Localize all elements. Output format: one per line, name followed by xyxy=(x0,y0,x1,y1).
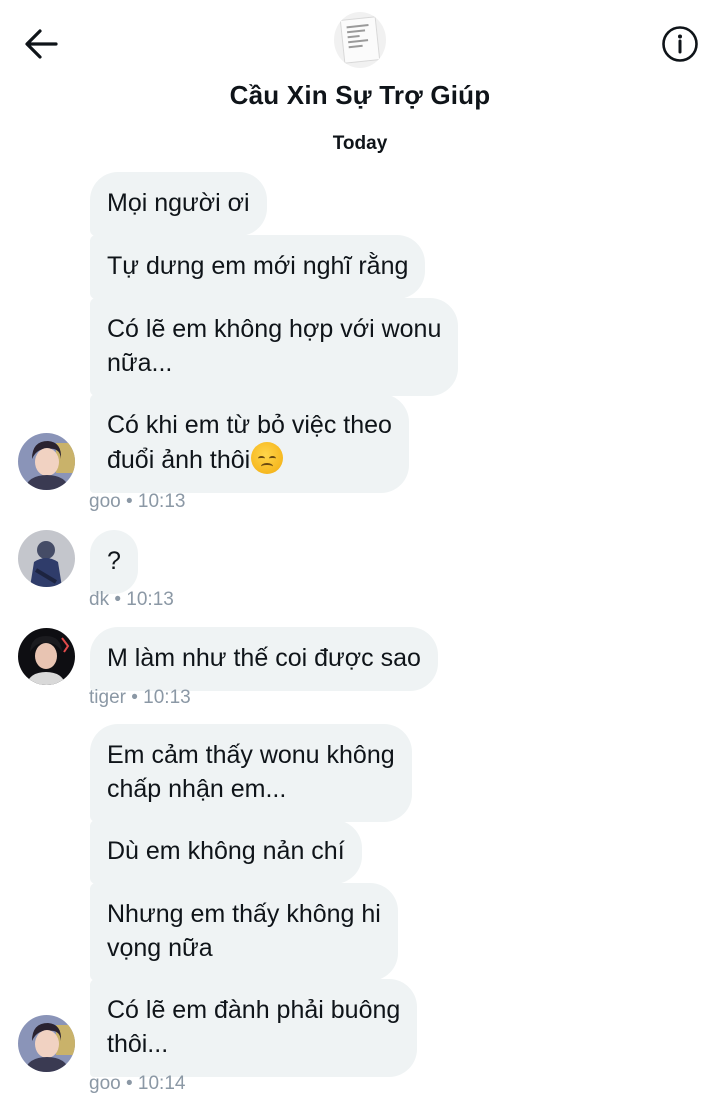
message-meta: goo • 10:14 xyxy=(89,1073,186,1094)
date-separator: Today xyxy=(332,133,388,154)
user-avatar-image xyxy=(18,530,75,587)
message-text-line: Nhưng em thấy không hi xyxy=(107,900,381,928)
group-avatar-image xyxy=(339,16,381,64)
info-button[interactable] xyxy=(660,24,700,64)
message-text-line: Em cảm thấy wonu không xyxy=(107,741,395,769)
message-text-line: Có khi em từ bỏ việc theo xyxy=(107,411,392,439)
message-text: M làm như thế coi được sao xyxy=(107,644,421,672)
message-text: Tự dưng em mới nghĩ rằng xyxy=(107,252,409,280)
message-bubble[interactable]: Tự dưng em mới nghĩ rằng xyxy=(90,235,426,299)
disappointed-face-emoji xyxy=(251,442,284,474)
info-icon xyxy=(662,26,698,62)
user-avatar-image xyxy=(18,628,75,685)
message-bubble[interactable]: Em cảm thấy wonu không chấp nhận em... xyxy=(90,724,412,822)
message-text-line: thôi... xyxy=(107,1030,169,1058)
message-text-line: vọng nữa xyxy=(107,934,213,962)
message-bubble[interactable]: ? xyxy=(90,530,138,594)
message-text-line: Có lẽ em không hợp với wonu xyxy=(107,315,442,343)
message-bubble[interactable]: Có lẽ em không hợp với wonu nữa... xyxy=(90,298,459,396)
avatar-dk[interactable] xyxy=(18,530,75,587)
message-text-line: đuổi ảnh thôi xyxy=(107,446,251,474)
user-avatar-image xyxy=(18,433,75,490)
avatar-goo[interactable] xyxy=(18,1015,75,1072)
message-bubble[interactable]: Nhưng em thấy không hi vọng nữa xyxy=(90,883,398,981)
message-meta: dk • 10:13 xyxy=(89,589,174,610)
message-text: ? xyxy=(107,547,121,575)
message-bubble[interactable]: Mọi người ơi xyxy=(90,172,267,236)
message-bubble[interactable]: Có khi em từ bỏ việc theo đuổi ảnh thôi xyxy=(90,394,409,493)
conversation-header: Cầu Xin Sự Trợ Giúp Today xyxy=(0,0,720,170)
message-bubble[interactable]: Có lẽ em đành phải buông thôi... xyxy=(90,979,418,1077)
message-text: Mọi người ơi xyxy=(107,189,250,217)
arrow-left-icon xyxy=(25,29,58,59)
message-bubble[interactable]: M làm như thế coi được sao xyxy=(90,627,438,691)
message-bubble[interactable]: Dù em không nản chí xyxy=(90,820,362,884)
conversation-title: Cầu Xin Sự Trợ Giúp xyxy=(229,80,491,110)
message-text-line: Có lẽ em đành phải buông xyxy=(107,996,401,1024)
avatar-goo[interactable] xyxy=(18,433,75,490)
avatar-tiger[interactable] xyxy=(18,628,75,685)
message-meta: tiger • 10:13 xyxy=(89,687,191,708)
group-avatar[interactable] xyxy=(334,12,386,68)
message-meta: goo • 10:13 xyxy=(89,491,186,512)
user-avatar-image xyxy=(18,1015,75,1072)
message-text-line: chấp nhận em... xyxy=(107,775,287,803)
message-text: Dù em không nản chí xyxy=(107,837,345,865)
message-text-line: nữa... xyxy=(107,349,173,377)
back-button[interactable] xyxy=(22,24,62,64)
